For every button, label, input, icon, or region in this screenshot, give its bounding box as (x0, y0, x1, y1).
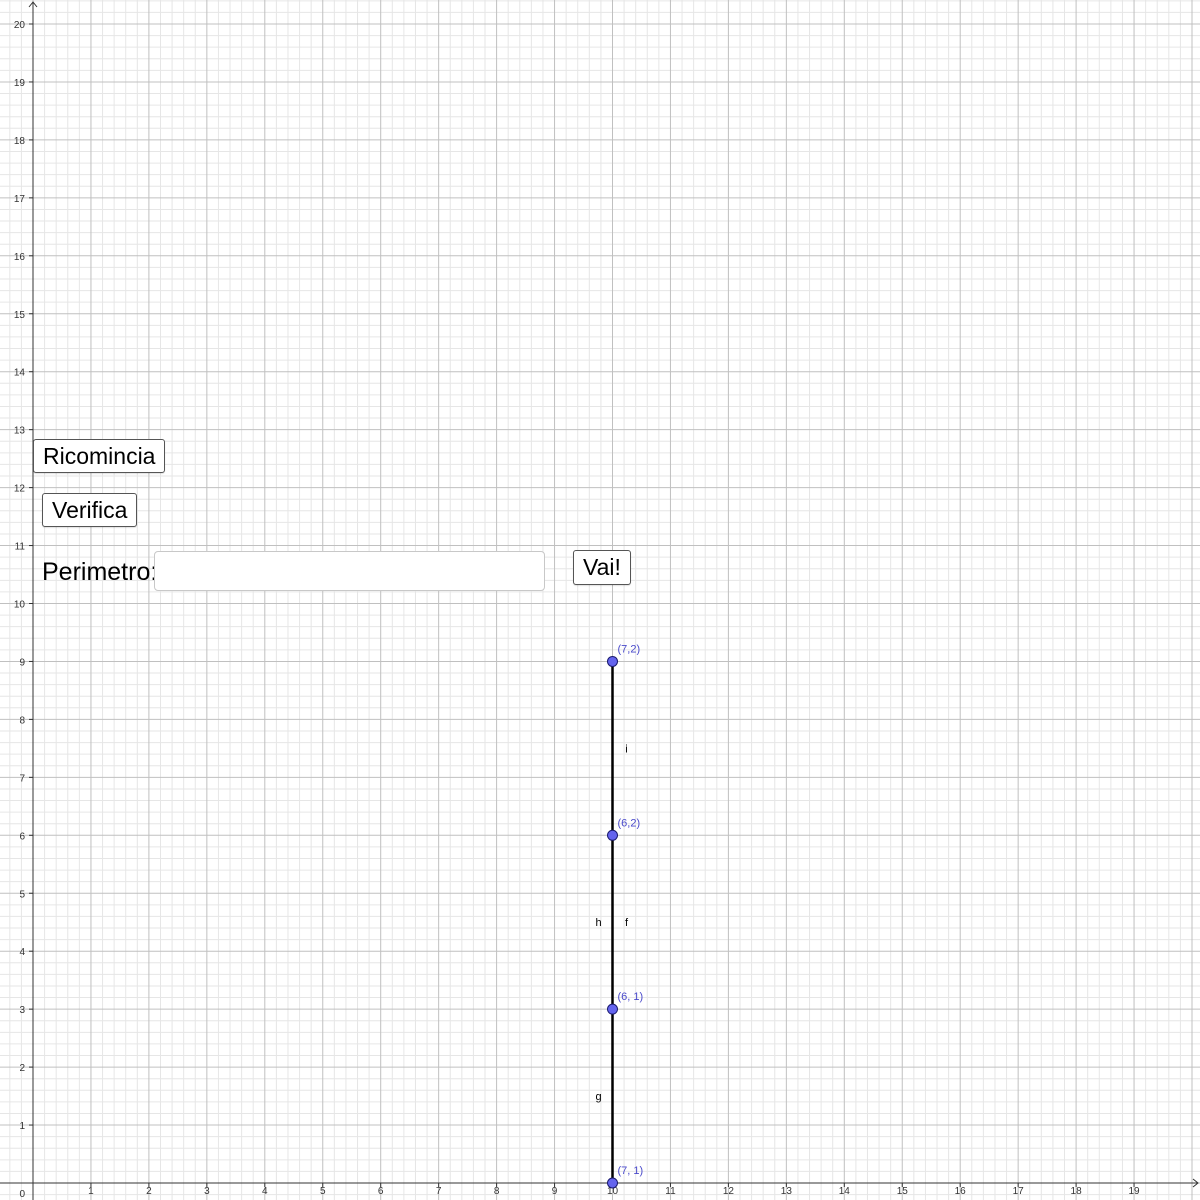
x-tick-label: 13 (781, 1186, 793, 1197)
y-tick-label: 8 (19, 715, 25, 726)
minor-grid (0, 0, 1200, 1200)
x-tick-label: 1 (88, 1186, 94, 1197)
y-tick-label: 13 (14, 426, 26, 437)
y-tick-label: 17 (14, 194, 26, 205)
perimeter-input[interactable] (154, 551, 545, 591)
y-tick-label: 1 (19, 1121, 25, 1132)
x-tick-label: 17 (1013, 1186, 1025, 1197)
graphics-view[interactable]: 1 2 3 4 5 6 7 8 9 10 11 12 13 14 15 16 17 18 1912345678910… (0, 0, 1200, 1200)
x-tick-label: 6 (378, 1186, 384, 1197)
x-tick-label: 2 (146, 1186, 152, 1197)
point-p3[interactable] (607, 1003, 618, 1015)
x-tick-label: 8 (494, 1186, 500, 1197)
y-tick-label: 10 (14, 600, 26, 611)
point-label-p4: (7, 1) (618, 1165, 644, 1177)
segment-label-h: h (595, 917, 601, 929)
x-tick-label: 18 (1071, 1186, 1083, 1197)
y-tick-label: 6 (19, 831, 25, 842)
point-p2[interactable] (607, 829, 618, 841)
y-tick-label: 16 (14, 252, 26, 263)
point-label-p2: (6,2) (618, 817, 641, 829)
point-label-p3: (6, 1) (618, 991, 644, 1003)
vai-button[interactable]: Vai! (573, 550, 631, 585)
y-tick-label: 14 (14, 368, 26, 379)
x-tick-label: 11 (665, 1186, 676, 1197)
y-tick-label: 11 (15, 542, 26, 553)
y-tick-label: 15 (14, 310, 26, 321)
point-p1[interactable] (607, 655, 618, 667)
x-tick-label: 7 (436, 1186, 442, 1197)
x-tick-label: 14 (839, 1186, 851, 1197)
x-tick-label: 15 (897, 1186, 909, 1197)
major-grid (0, 0, 1200, 1200)
point-label-p1: (7,2) (618, 643, 641, 655)
segment-label-i: i (625, 743, 627, 755)
x-tick-label: 12 (723, 1186, 735, 1197)
y-tick-label: 5 (19, 889, 25, 900)
y-tick-label: 18 (14, 136, 26, 147)
y-tick-label: 7 (19, 773, 25, 784)
verifica-button[interactable]: Verifica (42, 493, 138, 527)
origin-label: 0 (19, 1189, 25, 1200)
x-tick-label: 4 (262, 1186, 268, 1197)
segment-label-f: f (625, 917, 629, 929)
x-tick-label: 16 (955, 1186, 967, 1197)
y-tick-label: 4 (19, 947, 25, 958)
x-tick-label: 9 (552, 1186, 558, 1197)
point-labels: (7,2) (6,2) (6, 1) (7, 1) (618, 643, 644, 1177)
perimeter-label: Perimetro: (42, 558, 158, 586)
y-tick-label: 9 (19, 657, 25, 668)
y-tick-label: 20 (14, 20, 26, 31)
segment-label-g: g (595, 1091, 601, 1103)
y-tick-label: 19 (14, 78, 26, 89)
y-tick-label: 2 (19, 1063, 25, 1074)
x-tick-label: 3 (204, 1186, 210, 1197)
y-tick-label: 12 (14, 484, 26, 495)
ricomincia-button[interactable]: Ricomincia (33, 439, 166, 473)
point-p4[interactable] (607, 1177, 618, 1189)
y-tick-label: 3 (19, 1005, 25, 1016)
x-tick-label: 19 (1128, 1186, 1140, 1197)
axis-tick-labels: 1 2 3 4 5 6 7 8 9 10 11 12 13 14 15 16 17 18 1912345678910… (14, 20, 1140, 1200)
x-tick-label: 5 (320, 1186, 326, 1197)
